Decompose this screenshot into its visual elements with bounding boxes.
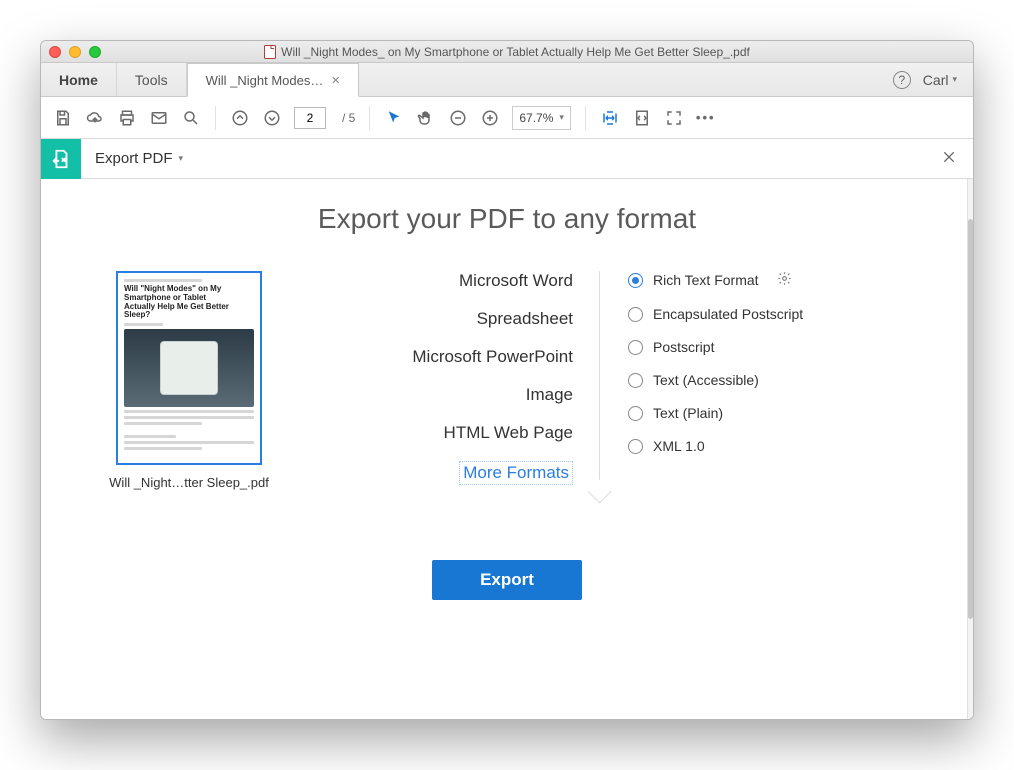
- window-controls: [49, 46, 101, 58]
- tab-home[interactable]: Home: [41, 63, 117, 96]
- cloud-upload-icon[interactable]: [85, 108, 105, 128]
- fit-width-icon[interactable]: [600, 108, 620, 128]
- user-name: Carl: [923, 72, 949, 88]
- toolbar: / 5 67.7% ▾ •••: [41, 97, 973, 139]
- save-icon[interactable]: [53, 108, 73, 128]
- radio-icon: [628, 340, 643, 355]
- zoom-in-icon[interactable]: [480, 108, 500, 128]
- vertical-divider: [599, 271, 600, 490]
- mail-icon[interactable]: [149, 108, 169, 128]
- tab-tools[interactable]: Tools: [117, 63, 187, 96]
- format-html-web-page[interactable]: HTML Web Page: [444, 423, 573, 443]
- page-number-input[interactable]: [294, 107, 326, 129]
- radio-icon: [628, 406, 643, 421]
- option-postscript[interactable]: Postscript: [628, 339, 803, 355]
- tab-document[interactable]: Will _Night Modes… ×: [187, 63, 360, 97]
- thumb-article-title: Will "Night Modes" on My Smartphone or T…: [124, 285, 254, 320]
- radio-icon: [628, 307, 643, 322]
- pdf-file-icon: [264, 45, 276, 59]
- gear-icon[interactable]: [777, 271, 792, 289]
- hand-tool-icon[interactable]: [416, 108, 436, 128]
- chevron-down-icon: ▾: [179, 153, 184, 164]
- thumbnail-caption: Will _Night…tter Sleep_.pdf: [109, 475, 269, 490]
- chevron-down-icon: ▾: [952, 74, 957, 85]
- close-panel-icon[interactable]: [941, 149, 973, 168]
- chevron-down-icon: ▾: [559, 112, 564, 123]
- minimize-window-button[interactable]: [69, 46, 81, 58]
- app-window: Will _Night Modes_ on My Smartphone or T…: [40, 40, 974, 720]
- page-down-icon[interactable]: [262, 108, 282, 128]
- zoom-out-icon[interactable]: [448, 108, 468, 128]
- print-icon[interactable]: [117, 108, 137, 128]
- maximize-window-button[interactable]: [89, 46, 101, 58]
- page-total: / 5: [342, 111, 355, 125]
- zoom-dropdown[interactable]: 67.7% ▾: [512, 106, 571, 130]
- option-text-plain[interactable]: Text (Plain): [628, 405, 803, 421]
- radio-icon: [628, 373, 643, 388]
- top-tabs: Home Tools Will _Night Modes… × ? Carl ▾: [41, 63, 973, 97]
- format-image[interactable]: Image: [526, 385, 573, 405]
- panel-heading: Export your PDF to any format: [69, 203, 945, 235]
- option-text-accessible[interactable]: Text (Accessible): [628, 372, 803, 388]
- radio-icon: [628, 439, 643, 454]
- tab-document-label: Will _Night Modes…: [206, 73, 324, 88]
- fullscreen-icon[interactable]: [664, 108, 684, 128]
- help-icon[interactable]: ?: [893, 71, 911, 89]
- user-menu[interactable]: Carl ▾: [923, 72, 957, 88]
- format-spreadsheet[interactable]: Spreadsheet: [477, 309, 573, 329]
- scrollbar-thumb[interactable]: [968, 219, 973, 619]
- more-tools-icon[interactable]: •••: [696, 110, 716, 125]
- fit-page-icon[interactable]: [632, 108, 652, 128]
- close-window-button[interactable]: [49, 46, 61, 58]
- export-pdf-title[interactable]: Export PDF ▾: [81, 150, 183, 167]
- export-pdf-bar: Export PDF ▾: [41, 139, 973, 179]
- window-title: Will _Night Modes_ on My Smartphone or T…: [41, 45, 973, 59]
- titlebar: Will _Night Modes_ on My Smartphone or T…: [41, 41, 973, 63]
- format-microsoft-powerpoint[interactable]: Microsoft PowerPoint: [412, 347, 573, 367]
- search-icon[interactable]: [181, 108, 201, 128]
- right-sidebar-scroll[interactable]: [967, 179, 973, 719]
- tab-close-icon[interactable]: ×: [331, 73, 340, 88]
- format-microsoft-word[interactable]: Microsoft Word: [459, 271, 573, 291]
- thumbnail-column: Will "Night Modes" on My Smartphone or T…: [69, 271, 309, 490]
- subformat-options: Rich Text Format Encapsulated Postscript…: [600, 271, 803, 490]
- page-up-icon[interactable]: [230, 108, 250, 128]
- select-tool-icon[interactable]: [384, 108, 404, 128]
- zoom-value: 67.7%: [519, 111, 553, 125]
- format-more-formats[interactable]: More Formats: [459, 461, 573, 485]
- export-pdf-badge-icon: [41, 139, 81, 179]
- radio-icon: [628, 273, 643, 288]
- option-encapsulated-postscript[interactable]: Encapsulated Postscript: [628, 306, 803, 322]
- option-rich-text-format[interactable]: Rich Text Format: [628, 271, 803, 289]
- format-list: Microsoft Word Spreadsheet Microsoft Pow…: [309, 271, 599, 490]
- export-button[interactable]: Export: [432, 560, 582, 600]
- export-panel: Export your PDF to any format Will "Nigh…: [41, 179, 973, 719]
- document-thumbnail[interactable]: Will "Night Modes" on My Smartphone or T…: [116, 271, 262, 465]
- option-xml-1-0[interactable]: XML 1.0: [628, 438, 803, 454]
